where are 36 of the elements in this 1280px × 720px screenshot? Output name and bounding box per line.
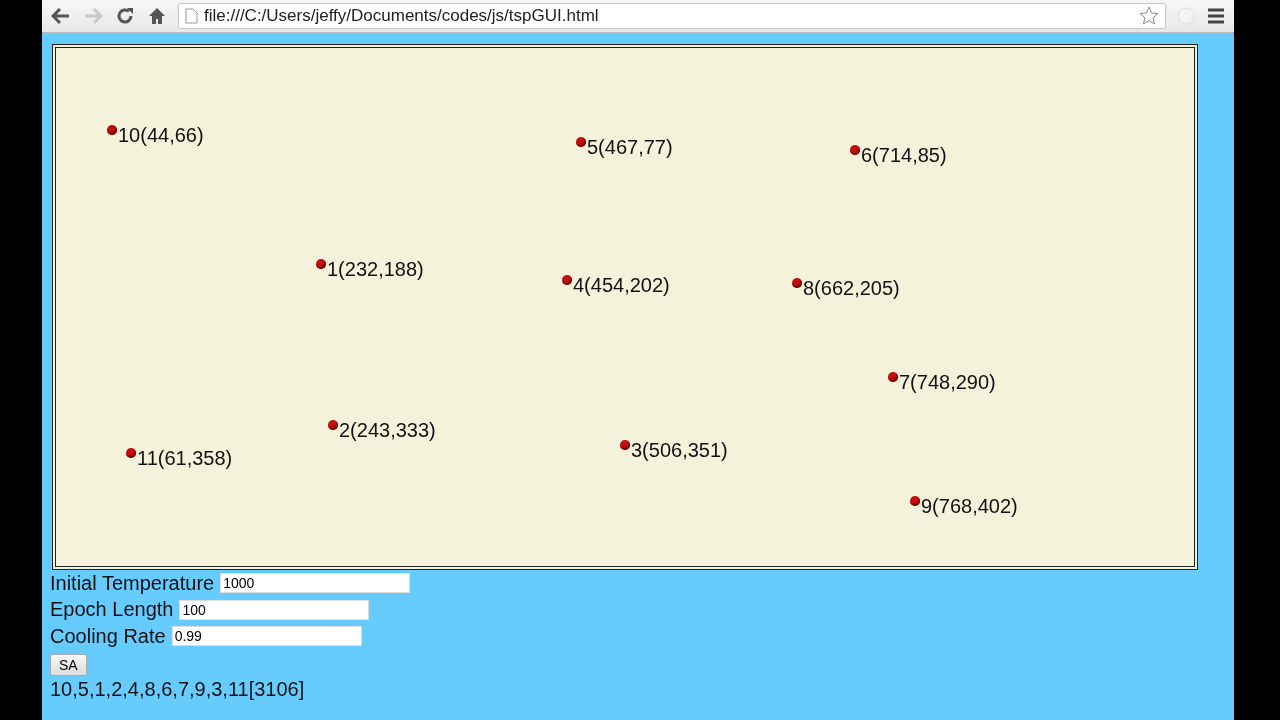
sa-button[interactable]: SA bbox=[50, 653, 87, 676]
city-label: 6(714,85) bbox=[861, 144, 947, 167]
city-label: 4(454,202) bbox=[573, 274, 670, 297]
city-point bbox=[792, 278, 802, 288]
city-point bbox=[316, 259, 326, 269]
city-point bbox=[888, 372, 898, 382]
city-point bbox=[620, 440, 630, 450]
input-field[interactable]: 1000 bbox=[220, 573, 411, 594]
back-button[interactable] bbox=[50, 5, 72, 27]
input-field[interactable]: 0.99 bbox=[171, 626, 362, 647]
city-point bbox=[850, 145, 860, 155]
city-point bbox=[328, 420, 338, 430]
city-point bbox=[562, 275, 572, 285]
page-icon bbox=[185, 8, 198, 24]
field-label: Initial Temperature bbox=[50, 571, 215, 595]
city-label: 3(506,351) bbox=[631, 439, 728, 462]
city-label: 8(662,205) bbox=[803, 277, 900, 300]
field-label: Cooling Rate bbox=[50, 624, 166, 648]
url-text: file:///C:/Users/jeffy/Documents/codes/js/tspGUI.html bbox=[204, 6, 600, 26]
menu-icon[interactable] bbox=[1206, 7, 1226, 25]
city-label: 5(467,77) bbox=[587, 136, 673, 159]
city-label: 10(44,66) bbox=[118, 124, 204, 147]
city-point bbox=[910, 496, 920, 506]
city-label: 2(243,333) bbox=[339, 419, 436, 442]
input-field[interactable]: 100 bbox=[179, 599, 370, 620]
city-label: 11(61,358) bbox=[137, 447, 233, 470]
result-text: 10,5,1,2,4,8,6,7,9,3,11[3106] bbox=[50, 677, 306, 701]
address-bar[interactable]: file:///C:/Users/jeffy/Documents/codes/js/tspGUI.html bbox=[178, 3, 1166, 29]
city-point bbox=[107, 125, 117, 135]
city-point bbox=[126, 448, 136, 458]
city-label: 1(232,188) bbox=[327, 258, 424, 281]
field-label: Epoch Length bbox=[50, 598, 174, 622]
city-point bbox=[576, 137, 586, 147]
city-label: 7(748,290) bbox=[899, 371, 996, 394]
city-label: 9(768,402) bbox=[921, 495, 1018, 518]
star-icon[interactable] bbox=[1139, 6, 1159, 26]
